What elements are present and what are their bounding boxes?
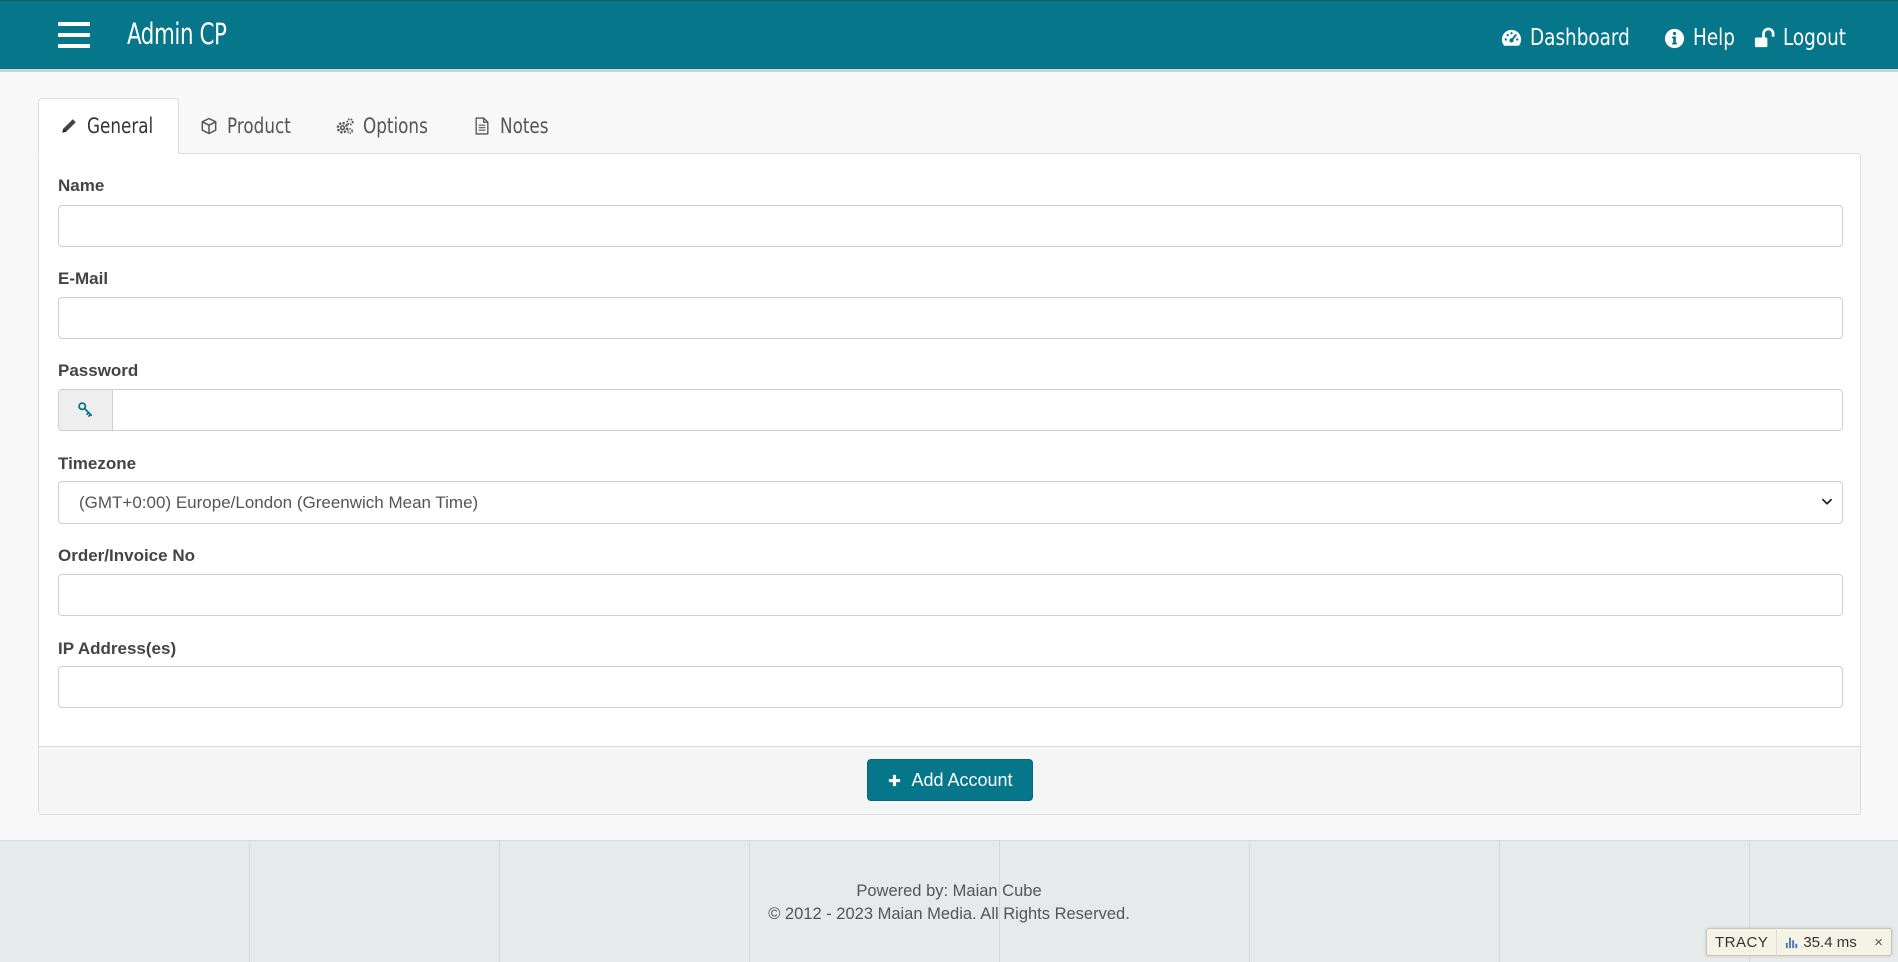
ip-address-label: IP Address(es) [58,639,177,658]
tab-general[interactable]: General [38,98,179,154]
tab-general-label: General [87,114,154,138]
email-input[interactable] [58,297,1843,339]
pencil-icon [62,119,76,133]
nav-dashboard-label: Dashboard [1530,25,1630,51]
tracy-logo[interactable]: TRACY [1707,934,1776,951]
bar-chart-icon [1786,937,1798,949]
cube-icon [201,117,217,135]
page-footer: Powered by: Maian Cube © 2012 - 2023 Mai… [0,840,1898,962]
tab-notes[interactable]: Notes [452,98,569,154]
name-input[interactable] [58,205,1843,247]
nav-dashboard-link[interactable]: Dashboard [1500,25,1641,51]
form-tabs: General Product Options Notes [38,98,568,154]
add-account-label: Add Account [911,769,1013,790]
tab-options-label: Options [362,114,428,138]
email-label: E-Mail [58,269,109,288]
tab-options[interactable]: Options [315,98,452,154]
tracy-timing-value: 35.4 ms [1803,933,1857,951]
panel-footer: Add Account [39,746,1860,814]
timezone-label: Timezone [58,454,137,473]
plus-icon [889,774,901,786]
name-label: Name [58,176,105,195]
tracy-timing[interactable]: 35.4 ms [1777,934,1864,951]
password-input-group [58,389,1843,431]
ip-address-input[interactable] [58,666,1843,708]
nav-logout-link[interactable]: Logout [1753,25,1848,51]
key-icon [77,402,92,417]
order-invoice-input[interactable] [58,574,1843,616]
tab-notes-label: Notes [499,114,549,138]
order-invoice-label: Order/Invoice No [58,546,195,565]
copyright-text: © 2012 - 2023 Maian Media. All Rights Re… [768,905,1130,923]
top-navbar: Admin CP Dashboard Help Logout [0,0,1898,72]
powered-by-text: Powered by: Maian Cube [856,882,1042,900]
tracy-debug-bar: TRACY 35.4 ms × [1706,928,1892,956]
unlock-icon [1755,27,1775,47]
tracy-close-icon[interactable]: × [1874,934,1891,951]
top-nav-links: Dashboard Help Logout [1500,23,1848,53]
password-input[interactable] [113,390,1842,430]
document-icon [475,117,489,135]
cogs-icon [336,118,354,134]
timezone-select[interactable]: (GMT+0:00) Europe/London (Greenwich Mean… [58,481,1843,524]
add-account-button[interactable]: Add Account [867,759,1033,801]
nav-help-link[interactable]: Help [1663,25,1735,51]
dashboard-icon [1501,29,1522,46]
tab-product-label: Product [226,114,291,138]
timezone-selected-value: (GMT+0:00) Europe/London (Greenwich Mean… [79,492,479,512]
info-icon [1664,28,1684,48]
form-panel: Name E-Mail Password Timezone (GMT+0:00)… [38,153,1861,815]
nav-help-label: Help [1692,25,1735,51]
password-addon [59,390,113,430]
chevron-down-icon [1822,498,1832,505]
nav-logout-label: Logout [1783,25,1847,51]
tab-product[interactable]: Product [179,98,315,154]
menu-toggle-icon[interactable] [58,22,92,50]
password-label: Password [58,361,139,380]
app-brand[interactable]: Admin CP [127,17,227,51]
